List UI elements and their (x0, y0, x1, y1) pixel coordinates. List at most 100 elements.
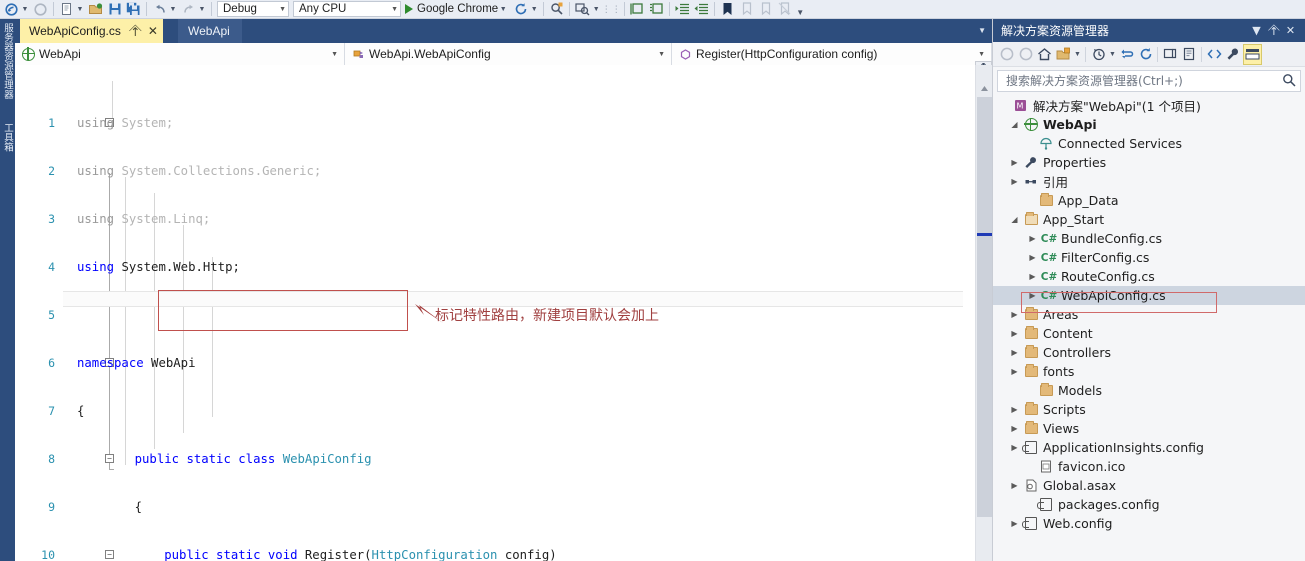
chevron-down-icon[interactable]: ▼ (75, 1, 85, 18)
chevron-down-icon[interactable]: ▼ (20, 1, 30, 18)
editor-tab-webapiconfig[interactable]: WebApiConfig.cs ⇱ ✕ (20, 19, 163, 43)
expander-icon[interactable]: ▶ (1007, 329, 1022, 338)
tree-item-references[interactable]: ▶ 引用 (993, 172, 1305, 191)
redo-button[interactable]: ▼ (179, 0, 208, 18)
chevron-down-icon[interactable]: ▼ (168, 1, 178, 18)
tree-item-controllers[interactable]: ▶ Controllers (993, 343, 1305, 362)
tree-item-app-start[interactable]: ◢ App_Start (993, 210, 1305, 229)
chevron-down-icon[interactable]: ▼ (591, 1, 601, 18)
navigate-forward-button[interactable] (31, 0, 50, 18)
tree-item-webapiconfig[interactable]: ▶ C# WebApiConfig.cs (993, 286, 1305, 305)
tree-item-views[interactable]: ▶ Views (993, 419, 1305, 438)
solution-tree[interactable]: M 解决方案"WebApi"(1 个项目) ◢ WebApi Connected… (993, 96, 1305, 561)
tab-overflow-chevron-icon[interactable]: ▼ (978, 26, 986, 35)
chevron-down-icon[interactable]: ▼ (197, 1, 207, 18)
tree-item-webapi-project[interactable]: ◢ WebApi (993, 115, 1305, 134)
chevron-down-icon[interactable]: ▼ (529, 1, 539, 18)
quick-launch-button[interactable] (547, 0, 566, 18)
tree-item-filterconfig[interactable]: ▶ C# FilterConfig.cs (993, 248, 1305, 267)
open-file-button[interactable] (86, 0, 105, 18)
tree-item-global-asax[interactable]: ▶ Global.asax (993, 476, 1305, 495)
forward-icon[interactable] (1016, 44, 1035, 65)
new-project-button[interactable]: ▼ (57, 0, 86, 18)
increase-indent-button[interactable] (673, 0, 692, 18)
chevron-down-icon[interactable]: ▼ (1248, 24, 1265, 37)
expander-icon[interactable]: ▶ (1025, 272, 1040, 281)
find-button[interactable]: ▼ (573, 0, 602, 18)
start-debug-button[interactable]: Google Chrome ▼ (403, 0, 511, 18)
tree-item-applicationinsights-config[interactable]: ▶ ApplicationInsights.config (993, 438, 1305, 457)
code-editor-surface[interactable]: 1− using System; 2 using System.Collection… (15, 65, 975, 561)
search-input[interactable] (1004, 73, 1282, 89)
tree-item-routeconfig[interactable]: ▶ C# RouteConfig.cs (993, 267, 1305, 286)
chevron-down-icon[interactable]: ▼ (1073, 44, 1082, 65)
expander-icon[interactable]: ▶ (1007, 443, 1022, 452)
solution-explorer-search[interactable] (997, 70, 1301, 92)
toolbar-overflow-button[interactable]: ▼ (794, 0, 806, 18)
solution-configuration-combo[interactable]: Debug ▼ (217, 1, 289, 17)
preview-selected-items-icon[interactable] (1243, 43, 1262, 65)
tree-item-favicon[interactable]: favicon.ico (993, 457, 1305, 476)
navbar-project-combo[interactable]: WebApi ▼ (15, 43, 345, 65)
expander-icon[interactable]: ▶ (1007, 177, 1022, 186)
close-icon[interactable]: ✕ (148, 25, 158, 37)
previous-bookmark-button[interactable] (737, 0, 756, 18)
save-all-button[interactable] (124, 0, 143, 18)
chevron-down-icon[interactable]: ▼ (658, 51, 665, 58)
expander-icon[interactable]: ▶ (1025, 234, 1040, 243)
home-icon[interactable] (1035, 44, 1054, 65)
tree-item-app-data[interactable]: App_Data (993, 191, 1305, 210)
undo-button[interactable]: ▼ (150, 0, 179, 18)
toggle-bookmark-button[interactable] (718, 0, 737, 18)
chevron-down-icon[interactable]: ▼ (331, 51, 338, 58)
navigate-backward-button[interactable]: ▼ (2, 0, 31, 18)
navbar-type-combo[interactable]: WebApi.WebApiConfig ▼ (345, 43, 672, 65)
collapse-all-icon[interactable] (1160, 44, 1179, 65)
tree-item-models[interactable]: Models (993, 381, 1305, 400)
back-icon[interactable] (997, 44, 1016, 65)
tree-item-packages-config[interactable]: packages.config (993, 495, 1305, 514)
expander-icon[interactable]: ▶ (1007, 367, 1022, 376)
expander-icon[interactable]: ◢ (1007, 120, 1022, 129)
expander-icon[interactable]: ▶ (1007, 158, 1022, 167)
expander-icon[interactable]: ▶ (1025, 253, 1040, 262)
scrollbar-thumb[interactable] (977, 97, 992, 517)
show-all-files-icon[interactable] (1179, 44, 1198, 65)
pin-icon[interactable]: ⇱ (1263, 20, 1284, 41)
clear-bookmarks-button[interactable] (775, 0, 794, 18)
sidebar-item-server-explorer[interactable]: 服务器资源管理器 (0, 23, 15, 99)
expander-icon[interactable]: ▶ (1007, 481, 1022, 490)
properties-icon[interactable] (1224, 44, 1243, 65)
uncomment-selection-button[interactable] (647, 0, 666, 18)
expander-icon[interactable]: ▶ (1007, 405, 1022, 414)
tree-item-web-config[interactable]: ▶ Web.config (993, 514, 1305, 533)
sidebar-item-toolbox[interactable]: 工具箱 (0, 123, 15, 152)
chevron-down-icon[interactable]: ▼ (1108, 44, 1117, 65)
expander-icon[interactable]: ▶ (1007, 519, 1022, 528)
tree-item-bundleconfig[interactable]: ▶ C# BundleConfig.cs (993, 229, 1305, 248)
save-button[interactable] (105, 0, 124, 18)
pending-changes-icon[interactable] (1089, 44, 1108, 65)
solution-views-icon[interactable] (1054, 44, 1073, 65)
tree-item-areas[interactable]: ▶ Areas (993, 305, 1305, 324)
decrease-indent-button[interactable] (692, 0, 711, 18)
chevron-down-icon[interactable]: ▼ (391, 6, 398, 13)
solution-platform-combo[interactable]: Any CPU ▼ (293, 1, 401, 17)
editor-vertical-scrollbar[interactable] (975, 65, 993, 561)
expander-icon[interactable]: ◢ (1007, 215, 1022, 224)
pin-icon[interactable]: ⇱ (126, 22, 143, 39)
scroll-up-button[interactable] (976, 81, 993, 96)
expander-icon[interactable]: ▶ (1007, 424, 1022, 433)
editor-tab-webapi[interactable]: WebApi (178, 19, 242, 43)
navbar-member-combo[interactable]: Register(HttpConfiguration config) ▼ (672, 43, 992, 65)
find-options-button[interactable]: ⋮⋮ (602, 0, 621, 18)
next-bookmark-button[interactable] (756, 0, 775, 18)
tree-item-properties[interactable]: ▶ Properties (993, 153, 1305, 172)
expander-icon[interactable]: ▶ (1025, 291, 1040, 300)
expander-icon[interactable]: ▶ (1007, 310, 1022, 319)
view-code-icon[interactable] (1205, 44, 1224, 65)
tree-item-fonts[interactable]: ▶ fonts (993, 362, 1305, 381)
chevron-down-icon[interactable]: ▼ (279, 6, 286, 13)
sync-icon[interactable] (1117, 44, 1136, 65)
refresh-icon[interactable] (1136, 44, 1155, 65)
